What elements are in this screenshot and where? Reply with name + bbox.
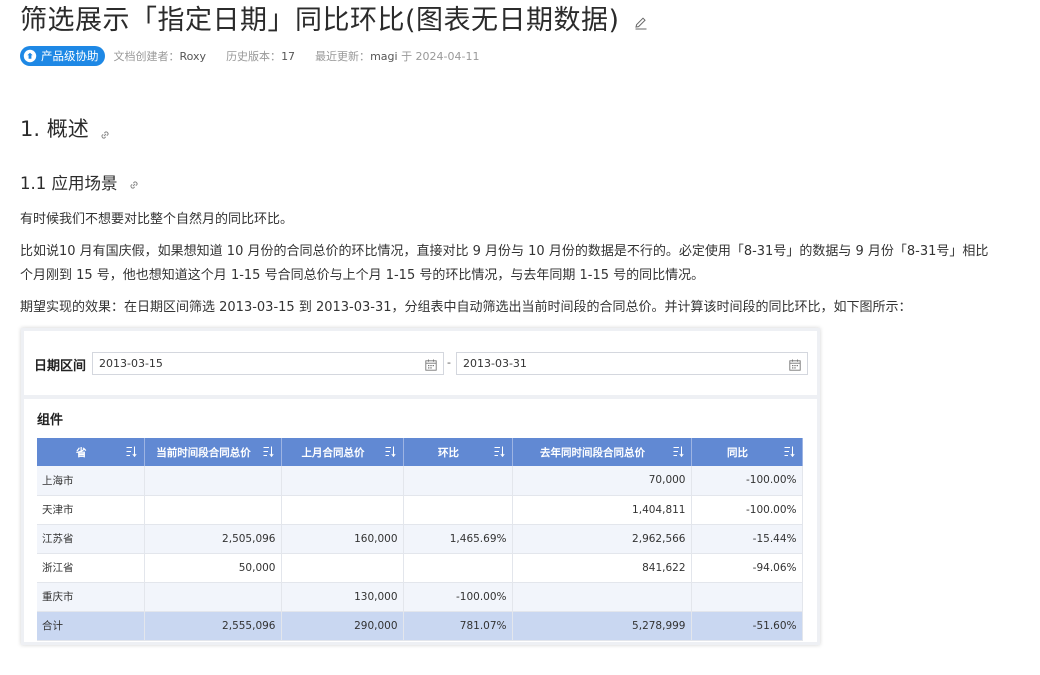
updated-info: 最近更新：magi 于 2024-04-11 <box>315 50 480 63</box>
component-title: 组件 <box>37 413 64 428</box>
start-date-input[interactable]: 2013-03-15 <box>92 352 444 375</box>
calendar-icon[interactable] <box>425 357 437 371</box>
date-range-filter: 日期区间 2013-03-15 - 2013-03-31 <box>24 331 817 395</box>
version-info[interactable]: 历史版本：17 <box>226 48 295 64</box>
column-header[interactable]: 环比 <box>403 438 513 466</box>
pencil-icon[interactable] <box>634 15 648 30</box>
paragraph-expected: 期望实现的效果：在日期区间筛选 2013-03-15 到 2013-03-31，… <box>20 300 912 315</box>
category-badge[interactable]: 产品级协助 <box>20 46 105 66</box>
group-table: 省 当前时间段合同总价 上月合同总价 环比 去年同时间段合同总价 同比 上海市 7… <box>37 438 803 641</box>
page-title: 筛选展示「指定日期」同比环比(图表无日期数据) <box>20 4 620 36</box>
paragraph-example: 比如说10 月有国庆假，如果想知道 10 月份的合同总价的环比情况，直接对比 9… <box>20 244 989 283</box>
date-separator: - <box>447 356 451 369</box>
table-row[interactable]: 天津市 1,404,811 -100.00% <box>37 495 803 525</box>
column-header[interactable]: 上月合同总价 <box>281 438 404 466</box>
sort-icon[interactable] <box>494 446 506 458</box>
page-title-bar: 筛选展示「指定日期」同比环比(图表无日期数据) <box>20 0 648 36</box>
sort-icon[interactable] <box>263 446 275 458</box>
group-table-component: 组件 省 当前时间段合同总价 上月合同总价 环比 去年同时间段合同总价 同比 上… <box>24 399 817 642</box>
sort-icon[interactable] <box>784 446 796 458</box>
table-row[interactable]: 重庆市 130,000 -100.00% <box>37 582 803 612</box>
filter-label: 日期区间 <box>34 359 87 374</box>
creator-info: 文档创建者：Roxy <box>113 50 207 63</box>
calendar-icon[interactable] <box>789 357 801 371</box>
end-date-input[interactable]: 2013-03-31 <box>456 352 808 375</box>
paragraph-intro: 有时候我们不想要对比整个自然月的同比环比。 <box>20 212 294 227</box>
column-header[interactable]: 省 <box>37 438 145 466</box>
table-row[interactable]: 浙江省 50,000 841,622 -94.06% <box>37 553 803 583</box>
badge-label: 产品级协助 <box>41 49 99 63</box>
column-header[interactable]: 去年同时间段合同总价 <box>512 438 692 466</box>
section-heading-scenario: 1.1 应用场景 <box>20 170 140 194</box>
example-screenshot: 日期区间 2013-03-15 - 2013-03-31 组件 省 当前时间段合… <box>21 328 820 645</box>
table-total-row[interactable]: 合计 2,555,096 290,000 781.07% 5,278,999 -51.60… <box>37 611 803 641</box>
link-icon[interactable] <box>128 176 140 189</box>
table-row[interactable]: 上海市 70,000 -100.00% <box>37 466 803 496</box>
sort-icon[interactable] <box>126 446 138 458</box>
column-header[interactable]: 同比 <box>691 438 803 466</box>
link-icon[interactable] <box>99 122 111 139</box>
sort-icon[interactable] <box>385 446 397 458</box>
section-heading-overview: 1. 概述 <box>20 113 111 143</box>
doc-meta: 产品级协助 文档创建者：Roxy 历史版本：17 最近更新：magi 于 202… <box>20 46 500 66</box>
help-circle-icon <box>23 49 37 63</box>
column-header[interactable]: 当前时间段合同总价 <box>144 438 282 466</box>
table-header-row: 省 当前时间段合同总价 上月合同总价 环比 去年同时间段合同总价 同比 <box>37 438 803 466</box>
table-row[interactable]: 江苏省 2,505,096 160,000 1,465.69% 2,962,566 -15… <box>37 524 803 554</box>
sort-icon[interactable] <box>673 446 685 458</box>
